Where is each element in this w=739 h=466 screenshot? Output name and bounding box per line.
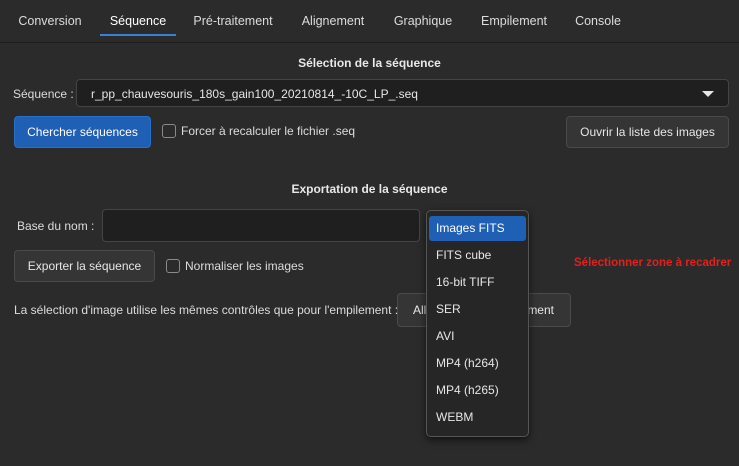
format-option-webm[interactable]: WEBM — [429, 405, 526, 430]
tab-alignement[interactable]: Alignement — [293, 8, 373, 34]
stacking-filter-label-right: ment — [527, 303, 554, 317]
format-option-ser[interactable]: SER — [429, 297, 526, 322]
sequence-label: Séquence : — [13, 87, 74, 101]
selection-note: La sélection d'image utilise les mêmes c… — [14, 303, 399, 317]
tab-bar: Conversion Séquence Pré-traitement Align… — [0, 0, 739, 43]
stacking-filter-label-left: All — [413, 303, 427, 317]
base-name-input[interactable] — [102, 209, 420, 242]
format-option-mp4-h265[interactable]: MP4 (h265) — [429, 378, 526, 403]
export-format-dropdown[interactable]: Images FITS FITS cube 16-bit TIFF SER AV… — [426, 210, 529, 437]
search-sequences-button[interactable]: Chercher séquences — [14, 116, 151, 148]
format-option-16bit-tiff[interactable]: 16-bit TIFF — [429, 270, 526, 295]
open-image-list-button[interactable]: Ouvrir la liste des images — [566, 116, 729, 148]
export-section-title: Exportation de la séquence — [291, 182, 448, 196]
force-recalc-label: Forcer à recalculer le fichier .seq — [181, 124, 356, 138]
tab-pretraitement[interactable]: Pré-traitement — [186, 8, 280, 34]
tab-console[interactable]: Console — [568, 8, 628, 34]
format-option-fits-cube[interactable]: FITS cube — [429, 243, 526, 268]
sequence-dropdown[interactable]: r_pp_chauvesouris_180s_gain100_20210814_… — [76, 79, 729, 107]
format-option-images-fits[interactable]: Images FITS — [429, 216, 526, 241]
sequence-panel: Conversion Séquence Pré-traitement Align… — [0, 0, 739, 466]
sequence-dropdown-value: r_pp_chauvesouris_180s_gain100_20210814_… — [91, 87, 418, 101]
format-option-mp4-h264[interactable]: MP4 (h264) — [429, 351, 526, 376]
normalize-images-checkbox[interactable] — [166, 259, 180, 273]
tab-empilement[interactable]: Empilement — [474, 8, 554, 34]
normalize-images-label: Normaliser les images — [185, 259, 304, 273]
format-option-avi[interactable]: AVI — [429, 324, 526, 349]
select-crop-zone-warning: Sélectionner zone à recadrer — [574, 257, 732, 269]
tab-conversion[interactable]: Conversion — [12, 8, 88, 34]
chevron-down-icon — [702, 91, 714, 97]
force-recalc-checkbox[interactable] — [162, 124, 176, 138]
sequence-section-title: Sélection de la séquence — [298, 56, 441, 70]
base-name-label: Base du nom : — [17, 219, 95, 233]
tab-sequence[interactable]: Séquence — [100, 8, 176, 36]
tab-graphique[interactable]: Graphique — [388, 8, 458, 34]
export-sequence-button[interactable]: Exporter la séquence — [14, 250, 155, 282]
